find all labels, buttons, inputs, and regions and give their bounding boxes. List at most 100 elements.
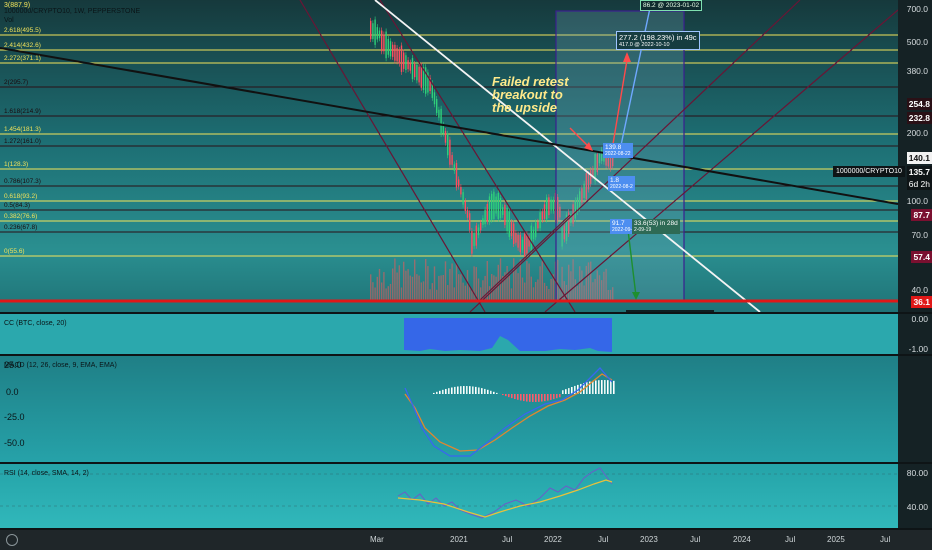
volume-bar: [381, 282, 383, 300]
volume-bar: [383, 272, 385, 300]
macd-histogram-bar: [547, 394, 549, 401]
channel-line[interactable]: [379, 0, 576, 312]
volume-bar: [429, 289, 431, 300]
volume-bar: [528, 263, 530, 300]
macd-histogram-bar: [478, 387, 480, 394]
volume-bar: [451, 263, 453, 300]
cc-pane[interactable]: CC (BTC, close, 20): [0, 314, 898, 354]
macd-histogram-bar: [439, 390, 441, 394]
macd-histogram-bar: [490, 390, 492, 394]
volume-bar: [543, 282, 546, 300]
callout-peak[interactable]: 139.8 2022-08-22: [603, 143, 633, 158]
candle-body: [495, 196, 497, 214]
volume-bar: [515, 268, 517, 300]
cc-title[interactable]: CC (BTC, close, 20): [4, 320, 67, 327]
time-axis-label: Jul: [690, 535, 701, 544]
candle-body: [414, 64, 416, 78]
macd-histogram-bar: [487, 389, 489, 394]
candle-body: [392, 44, 394, 57]
candle-body: [396, 48, 398, 62]
support-price-tag: 36.1: [911, 296, 932, 308]
candle-body: [532, 229, 535, 240]
candle-body: [543, 204, 546, 219]
macd-histogram-bar: [445, 388, 447, 394]
candle-body: [416, 64, 418, 81]
fib-level-label: 0(55.6): [4, 248, 25, 255]
last-price-tag: 135.7: [906, 166, 932, 178]
volume-bar: [407, 269, 409, 300]
rsi-axis[interactable]: 80.00 40.00: [898, 464, 932, 528]
callout-mid[interactable]: 1.8 2022-08-2: [608, 176, 635, 191]
cc-chart-canvas[interactable]: [0, 314, 898, 354]
macd-pane[interactable]: MACD (12, 26, close, 9, EMA, EMA) 25.0 0…: [0, 356, 898, 462]
macd-histogram-bar: [559, 394, 561, 398]
time-axis-label: 2022: [544, 535, 562, 544]
callout-mid-date: 2022-08-2: [610, 184, 633, 190]
volume-bar: [537, 279, 539, 300]
candle-body: [387, 38, 389, 55]
rsi-title[interactable]: RSI (14, close, SMA, 14, 2): [4, 470, 89, 477]
volume-bar: [409, 275, 411, 300]
time-axis-label: 2023: [640, 535, 658, 544]
candle-body: [462, 192, 464, 205]
fib-level-label: 1.618(214.9): [4, 108, 41, 115]
candle-body: [548, 197, 550, 216]
rsi-axis-label: 80.00: [906, 468, 928, 478]
macd-histogram-bar: [601, 380, 603, 394]
volume-label[interactable]: Vol: [4, 17, 14, 24]
macd-histogram-bar: [505, 394, 507, 397]
rsi-chart-canvas[interactable]: [0, 464, 898, 528]
candle-body: [513, 223, 515, 244]
macd-histogram-bar: [556, 394, 558, 399]
callout-drop[interactable]: 33.6(53) in 28d 2-09-19: [632, 219, 680, 234]
macd-histogram-bar: [538, 394, 540, 402]
macd-histogram-bar: [475, 386, 477, 394]
cc-axis[interactable]: 0.00 -1.00: [898, 314, 932, 354]
volume-bar: [499, 258, 502, 300]
macd-histogram-bar: [493, 391, 495, 394]
candle-body: [460, 186, 462, 195]
volume-bar: [464, 285, 466, 300]
candle-body: [515, 232, 517, 243]
callout-peak-date: 2022-08-22: [605, 151, 631, 157]
fib-level-label: 0.786(107.3): [4, 178, 41, 185]
callout-target[interactable]: 277.2 (198.23%) in 49c 417.0 @ 2022-10-1…: [616, 31, 700, 50]
macd-histogram-bar: [451, 387, 453, 394]
macd-histogram-bar: [541, 394, 543, 402]
candle-body: [484, 209, 486, 225]
macd-histogram-bar: [436, 391, 438, 394]
symbol-line[interactable]: 1000000/CRYPTO10, 1W, PEPPERSTONE: [4, 8, 140, 15]
volume-bar: [466, 270, 469, 300]
annotation-text[interactable]: Failed retest breakout to the upside: [492, 75, 569, 114]
macd-histogram-bar: [550, 394, 552, 400]
macd-chart-canvas[interactable]: [0, 356, 898, 462]
volume-bar: [548, 289, 550, 300]
callout-top[interactable]: 86.2 @ 2023-01-02: [640, 0, 703, 11]
price-chart-canvas[interactable]: [0, 0, 898, 312]
volume-bar: [532, 287, 535, 300]
macd-histogram-bar: [532, 394, 534, 402]
volume-bar: [411, 276, 414, 300]
symbol-price-tag[interactable]: 1000000/CRYPTO10: [833, 166, 905, 177]
price-pane[interactable]: 3(887.9) 1000000/CRYPTO10, 1W, PEPPERSTO…: [0, 0, 898, 312]
fib-level-label: 0.618(93.2): [4, 193, 38, 200]
candle-body: [535, 222, 537, 238]
callout-peak-value: 139.8: [605, 144, 622, 151]
macd-histogram-bar: [454, 386, 456, 394]
candle-body: [444, 130, 447, 143]
price-axis[interactable]: 700.0 500.0 380.0 200.0 100.0 70.0 40.0 …: [898, 0, 932, 312]
settings-icon[interactable]: [6, 534, 18, 546]
volume-bar: [420, 282, 422, 300]
macd-histogram-bar: [529, 394, 531, 402]
candle-body: [372, 23, 374, 39]
macd-histogram-bar: [460, 386, 462, 394]
time-axis[interactable]: Mar 2021 Jul 2022 Jul 2023 Jul 2024 Jul …: [0, 530, 932, 550]
macd-histogram-bar: [562, 390, 564, 394]
rsi-pane[interactable]: RSI (14, close, SMA, 14, 2): [0, 464, 898, 528]
time-axis-label: 2021: [450, 535, 468, 544]
candle-body: [488, 196, 491, 223]
volume-bar: [385, 288, 387, 300]
volume-bar: [530, 276, 532, 300]
macd-axis[interactable]: [898, 356, 932, 462]
macd-histogram-bar: [598, 380, 600, 394]
